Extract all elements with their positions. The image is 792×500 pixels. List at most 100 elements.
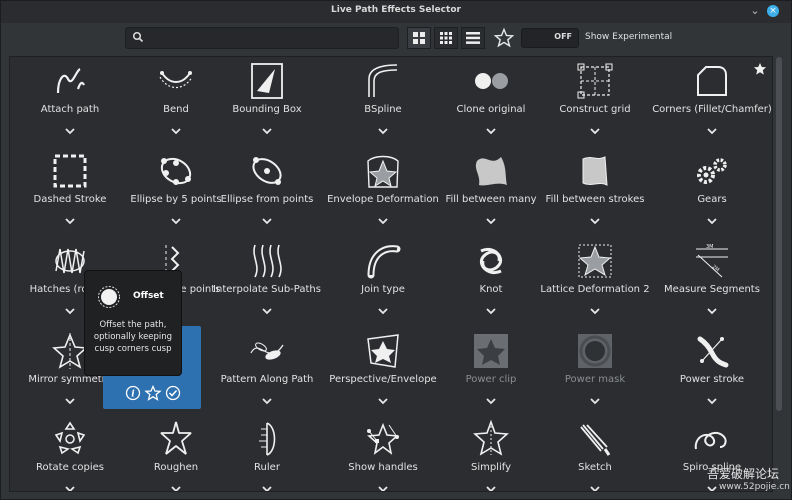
chevron-down-icon[interactable] bbox=[377, 121, 389, 135]
experimental-toggle[interactable]: OFF bbox=[521, 28, 579, 48]
search-field[interactable] bbox=[125, 27, 399, 49]
bounding-box-icon bbox=[251, 63, 283, 99]
chevron-down-icon[interactable] bbox=[170, 211, 182, 225]
large-icons-view-button[interactable] bbox=[407, 27, 431, 49]
chevron-down-icon[interactable] bbox=[485, 301, 497, 315]
envelope-deformation-icon bbox=[367, 155, 399, 188]
effect-item[interactable]: Ruler bbox=[209, 415, 325, 491]
svg-text:3M: 3M bbox=[706, 244, 714, 250]
fill-between-many-icon bbox=[475, 157, 507, 186]
effect-label: Construct grid bbox=[559, 104, 631, 115]
chevron-down-icon[interactable] bbox=[377, 301, 389, 315]
perspective-envelope-icon bbox=[367, 334, 399, 368]
effect-item[interactable]: Bounding Box bbox=[209, 57, 325, 145]
effect-label: Fill between strokes bbox=[545, 194, 645, 205]
svg-text:i: i bbox=[131, 390, 135, 400]
effect-label: Measure Segments bbox=[664, 284, 760, 295]
chevron-down-icon[interactable] bbox=[485, 121, 497, 135]
chevron-down-icon[interactable] bbox=[261, 121, 273, 135]
chevron-down-icon[interactable] bbox=[377, 391, 389, 405]
effect-item[interactable]: Sketch bbox=[537, 415, 653, 491]
favorites-filter-button[interactable] bbox=[493, 27, 515, 49]
chevron-down-icon[interactable] bbox=[261, 391, 273, 405]
chevron-down-icon[interactable] bbox=[706, 391, 718, 405]
chevron-down-icon[interactable] bbox=[64, 391, 76, 405]
toolbar: OFF Show Experimental bbox=[1, 23, 791, 55]
effect-item[interactable]: Attach path bbox=[12, 57, 128, 145]
window-title: Live Path Effects Selector bbox=[331, 5, 461, 15]
lattice-deformation-icon bbox=[578, 244, 612, 278]
list-view-button[interactable] bbox=[461, 27, 485, 49]
chevron-down-icon[interactable] bbox=[64, 479, 76, 491]
effect-label: Pattern Along Path bbox=[220, 374, 314, 385]
effect-item[interactable]: Show handles bbox=[325, 415, 441, 491]
effect-item[interactable]: Fill between many bbox=[433, 147, 549, 235]
chevron-down-icon[interactable] bbox=[170, 479, 182, 491]
effect-item[interactable]: BSpline bbox=[325, 57, 441, 145]
effect-item[interactable]: Simplify bbox=[433, 415, 549, 491]
chevron-down-icon[interactable] bbox=[261, 211, 273, 225]
chevron-down-icon[interactable] bbox=[589, 391, 601, 405]
favorite-toggle-icon[interactable] bbox=[144, 384, 162, 401]
chevron-down-icon[interactable] bbox=[589, 121, 601, 135]
effect-item[interactable]: Perspective/Envelope bbox=[325, 327, 441, 415]
large-grid-icon bbox=[413, 32, 425, 44]
chevron-down-icon[interactable] bbox=[706, 121, 718, 135]
chevron-down-icon[interactable] bbox=[377, 479, 389, 491]
effect-label: Power mask bbox=[564, 374, 626, 385]
effect-item[interactable]: Join type bbox=[325, 237, 441, 325]
effect-item[interactable]: Gears bbox=[654, 147, 770, 235]
favorite-star-icon[interactable] bbox=[753, 61, 767, 80]
chevron-down-icon[interactable] bbox=[589, 211, 601, 225]
chevron-down-icon[interactable] bbox=[706, 301, 718, 315]
chevron-down-icon[interactable] bbox=[706, 211, 718, 225]
effect-item[interactable]: Power mask bbox=[537, 327, 653, 415]
vertical-scrollbar[interactable] bbox=[776, 57, 782, 411]
bend-icon bbox=[159, 71, 193, 89]
effect-item[interactable]: Envelope Deformation bbox=[325, 147, 441, 235]
effect-item[interactable]: Ellipse from points bbox=[209, 147, 325, 235]
effect-item[interactable]: Dashed Stroke bbox=[12, 147, 128, 235]
toggle-state-label: OFF bbox=[554, 32, 572, 41]
effect-item[interactable]: Interpolate Sub-Paths bbox=[209, 237, 325, 325]
title-bar: Live Path Effects Selector ⌄ × bbox=[1, 1, 791, 24]
effect-item[interactable]: Power clip bbox=[433, 327, 549, 415]
offset-tooltip-icon bbox=[98, 286, 120, 308]
effect-item[interactable]: Construct grid bbox=[537, 57, 653, 145]
search-input[interactable] bbox=[148, 30, 392, 48]
effect-item[interactable]: Knot bbox=[433, 237, 549, 325]
small-icons-view-button[interactable] bbox=[434, 27, 458, 49]
chevron-down-icon[interactable] bbox=[485, 211, 497, 225]
chevron-down-icon[interactable] bbox=[485, 479, 497, 491]
effect-item[interactable]: Rotate copies bbox=[12, 415, 128, 491]
effect-item[interactable]: 3M 2M Measure Segments bbox=[654, 237, 770, 325]
chevron-down-icon[interactable] bbox=[64, 301, 76, 315]
chevron-down-icon[interactable] bbox=[64, 121, 76, 135]
effect-label: Bounding Box bbox=[232, 104, 302, 115]
effect-label: Power stroke bbox=[679, 374, 745, 385]
lpe-selector-window: Live Path Effects Selector ⌄ × OFF Show … bbox=[0, 0, 792, 500]
simplify-icon bbox=[473, 419, 509, 456]
chevron-down-icon[interactable] bbox=[589, 301, 601, 315]
close-icon[interactable]: × bbox=[767, 5, 779, 17]
bspline-icon bbox=[368, 64, 398, 97]
apply-check-icon[interactable] bbox=[165, 385, 181, 401]
interpolate-subpaths-icon bbox=[253, 244, 282, 278]
chevron-down-icon[interactable] bbox=[261, 479, 273, 491]
chevron-down-icon[interactable] bbox=[589, 479, 601, 491]
effect-item[interactable]: Lattice Deformation 2 bbox=[537, 237, 653, 325]
effect-item[interactable]: Pattern Along Path bbox=[209, 327, 325, 415]
search-icon bbox=[132, 31, 144, 43]
effect-item[interactable]: Fill between strokes bbox=[537, 147, 653, 235]
watermark-url: www.52pojie.cn bbox=[719, 482, 790, 492]
effect-item[interactable]: Clone original bbox=[433, 57, 549, 145]
effect-item[interactable]: Power stroke bbox=[654, 327, 770, 415]
info-icon[interactable]: i bbox=[125, 385, 141, 401]
minimize-icon[interactable]: ⌄ bbox=[748, 4, 762, 18]
chevron-down-icon[interactable] bbox=[485, 391, 497, 405]
chevron-down-icon[interactable] bbox=[170, 121, 182, 135]
chevron-down-icon[interactable] bbox=[261, 301, 273, 315]
chevron-down-icon[interactable] bbox=[64, 211, 76, 225]
ellipse-from-points-icon bbox=[252, 157, 282, 185]
chevron-down-icon[interactable] bbox=[377, 211, 389, 225]
